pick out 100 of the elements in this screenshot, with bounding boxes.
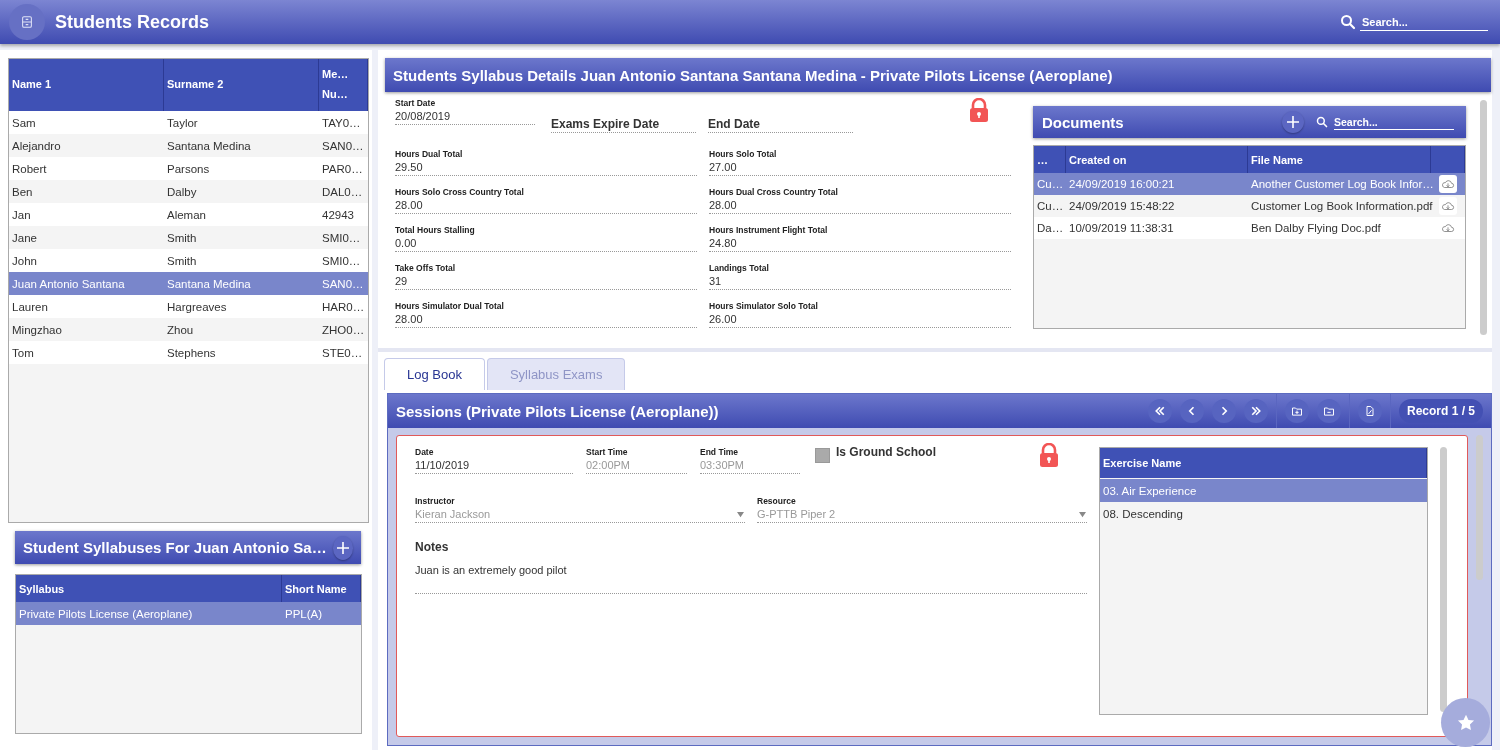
record-counter: Record 1 / 5 [1398, 399, 1483, 423]
table-cell-text: HAR0… [321, 300, 366, 313]
add-button[interactable] [1282, 111, 1304, 133]
table-cell-text: Smith [166, 231, 198, 244]
table-cell-text: PPL(A) [284, 607, 324, 620]
nav-button[interactable] [1147, 399, 1172, 423]
panel-title: Student Syllabuses For Juan Antonio Sa… [23, 539, 327, 556]
table-cell-text: 24/09/2019 16:00:21 [1068, 178, 1176, 190]
table-cell-text: SMI0… [321, 231, 362, 244]
nav-button[interactable] [1284, 399, 1309, 423]
field-value: 24.80 [709, 237, 1011, 252]
table-row[interactable]: Jan Aleman 42943 [9, 203, 368, 226]
nav-button[interactable] [1179, 399, 1204, 423]
table-cell-text: Jane [11, 231, 38, 244]
table-cell-text: Another Customer Log Book Infor… [1250, 178, 1431, 190]
table-row[interactable]: Robert Parsons PAR0… [9, 157, 368, 180]
field-label: End Time [700, 447, 740, 457]
table-cell-text: TAY0… [321, 116, 362, 129]
field-value: 27.00 [709, 161, 1011, 176]
plus-icon [334, 539, 351, 556]
table-cell-text: 10/09/2019 11:38:31 [1068, 222, 1175, 234]
field-label: Hours Simulator Dual Total [395, 301, 505, 311]
table-row[interactable]: Tom Stephens STE0… [9, 341, 368, 364]
notes-label: Notes [415, 540, 450, 554]
table-cell-text: Customer Log Book Information.pdf [1250, 200, 1431, 212]
add-button[interactable] [332, 535, 353, 560]
dropdown-caret-icon [736, 510, 745, 518]
nav-button[interactable] [1211, 399, 1236, 423]
search-icon [1316, 116, 1328, 128]
folder-minus-icon [1322, 405, 1335, 417]
table-cell-text: 42943 [321, 208, 355, 221]
field-label: End Date [708, 117, 853, 133]
field-value: 31 [709, 275, 1011, 290]
field-label: Start Date [395, 98, 437, 108]
table-cell-text: 03. Air Experience [1102, 484, 1198, 497]
field-label: Hours Instrument Flight Total [709, 225, 829, 235]
table-cell-text: SAN0… [321, 277, 365, 290]
field-label: Date [415, 447, 435, 457]
table-cell-text: Ben [11, 185, 34, 198]
table-cell-text: Zhou [166, 323, 195, 336]
dropdown-caret-icon [1078, 510, 1087, 518]
field-label: Hours Dual Cross Country Total [709, 187, 839, 197]
nav-button[interactable] [1357, 399, 1382, 423]
table-cell-text: Cu… [1036, 200, 1065, 212]
table-cell-text: STE0… [321, 346, 364, 359]
tab[interactable]: Log Book [384, 358, 485, 390]
table-cell-text: Smith [166, 254, 198, 267]
table-row[interactable]: Da… 10/09/2019 11:38:31 Ben Dalby Flying Doc.pdf [1034, 217, 1465, 239]
table-cell-text: Parsons [166, 162, 211, 175]
table-cell-text: Sam [11, 116, 37, 129]
field-value: 28.00 [395, 199, 697, 214]
download-button[interactable] [1439, 175, 1457, 193]
table-cell-text: ZHO0… [321, 323, 366, 336]
cloud-download-icon [1441, 221, 1455, 235]
menu-button[interactable] [9, 4, 45, 40]
field-value: 26.00 [709, 313, 1011, 328]
field-label: Hours Simulator Solo Total [709, 301, 819, 311]
table-cell-text: Jan [11, 208, 32, 221]
nav-button[interactable] [1316, 399, 1341, 423]
table-cell-text: SAN0… [321, 139, 365, 152]
field-label: Take Offs Total [395, 263, 457, 273]
table-cell-text: PAR0… [321, 162, 364, 175]
first-page-icon [1153, 405, 1166, 417]
table-cell-text: Santana Medina [166, 277, 252, 290]
field-value: 28.00 [395, 313, 697, 328]
search-field[interactable]: Search... [1334, 114, 1454, 130]
panel-title: Documents [1042, 113, 1124, 131]
table-cell-text: Hargreaves [166, 300, 228, 313]
column-header: Exercise Name [1100, 448, 1427, 478]
details-title: Students Syllabus Details Juan Antonio Santana Santana Medina - Private Pilots License (Aeroplane) [385, 58, 1491, 92]
table-row[interactable]: Sam Taylor TAY0… [9, 111, 368, 134]
checkbox[interactable] [815, 448, 830, 463]
document-edit-icon [1363, 405, 1376, 417]
download-button[interactable] [1439, 197, 1457, 215]
field-label: Hours Dual Total [395, 149, 464, 159]
table-row[interactable]: John Smith SMI0… [9, 249, 368, 272]
table-cell-text: Taylor [166, 116, 199, 129]
field-label: Resource [757, 496, 797, 506]
table-cell-text: Dalby [166, 185, 198, 198]
field-value: 03:30PM [700, 459, 800, 474]
table-cell-text: Alejandro [11, 139, 62, 152]
field-label: Total Hours Stalling [395, 225, 476, 235]
field-label: Landings Total [709, 263, 770, 273]
table-cell-text: Ben Dalby Flying Doc.pdf [1250, 222, 1382, 234]
checkbox-label: Is Ground School [836, 444, 936, 459]
nav-button[interactable] [1243, 399, 1268, 423]
field-label: Exams Expire Date [551, 117, 696, 133]
notes-field[interactable]: Juan is an extremely good pilot [415, 564, 1087, 594]
table-cell-text: Stephens [166, 346, 217, 359]
table-cell-text: Santana Medina [166, 139, 252, 152]
table-cell-text: Robert [11, 162, 48, 175]
field-label: Hours Solo Cross Country Total [395, 187, 525, 197]
folder-plus-icon [1290, 405, 1303, 417]
search-field[interactable]: Search... [1360, 13, 1488, 31]
table-cell-text: Tom [11, 346, 35, 359]
field-value: 02:00PM [586, 459, 687, 474]
table-row[interactable]: Lauren Hargreaves HAR0… [9, 295, 368, 318]
field-label: Hours Solo Total [709, 149, 778, 159]
field-value: 0.00 [395, 237, 697, 252]
field-value: 29 [395, 275, 697, 290]
